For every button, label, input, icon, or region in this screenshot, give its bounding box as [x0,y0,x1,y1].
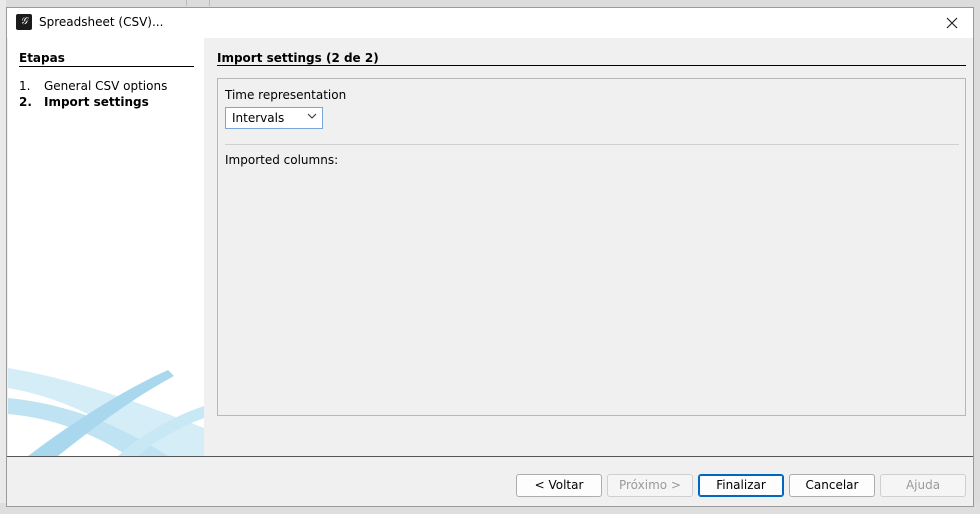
imported-columns-label: Imported columns: [225,153,339,167]
close-button[interactable] [941,12,963,34]
import-dialog: 𝒢 Spreadsheet (CSV)... Etapas 1. General … [6,7,974,507]
footer-divider [7,456,973,457]
steps-heading: Etapas [19,51,65,65]
finish-button[interactable]: Finalizar [698,474,784,497]
step-label: General CSV options [44,79,168,93]
decorative-swoosh [8,368,204,456]
app-logo-icon: 𝒢 [16,14,32,30]
title-bar: 𝒢 Spreadsheet (CSV)... [7,8,973,38]
help-button[interactable]: Ajuda [880,474,966,497]
page-title: Import settings (2 de 2) [217,51,379,65]
next-button[interactable]: Próximo > [607,474,693,497]
step-item-general-csv-options: 1. General CSV options [19,79,167,93]
step-number: 1. [19,79,31,93]
back-button[interactable]: < Voltar [516,474,602,497]
step-label: Import settings [44,95,149,109]
cancel-button[interactable]: Cancelar [789,474,875,497]
time-representation-label: Time representation [225,88,347,102]
background-fragment [186,0,210,6]
step-item-import-settings: 2. Import settings [19,95,149,109]
settings-panel: Time representation Intervals Imported c… [217,78,966,416]
chevron-down-icon [307,113,317,119]
divider [19,66,194,67]
dialog-title: Spreadsheet (CSV)... [39,15,164,29]
close-icon [946,17,958,29]
divider [217,65,966,66]
divider [225,144,959,145]
dropdown-value: Intervals [232,111,285,125]
step-number: 2. [19,95,32,109]
steps-panel: Etapas 1. General CSV options 2. Import se… [8,38,204,456]
time-representation-dropdown[interactable]: Intervals [225,107,323,129]
